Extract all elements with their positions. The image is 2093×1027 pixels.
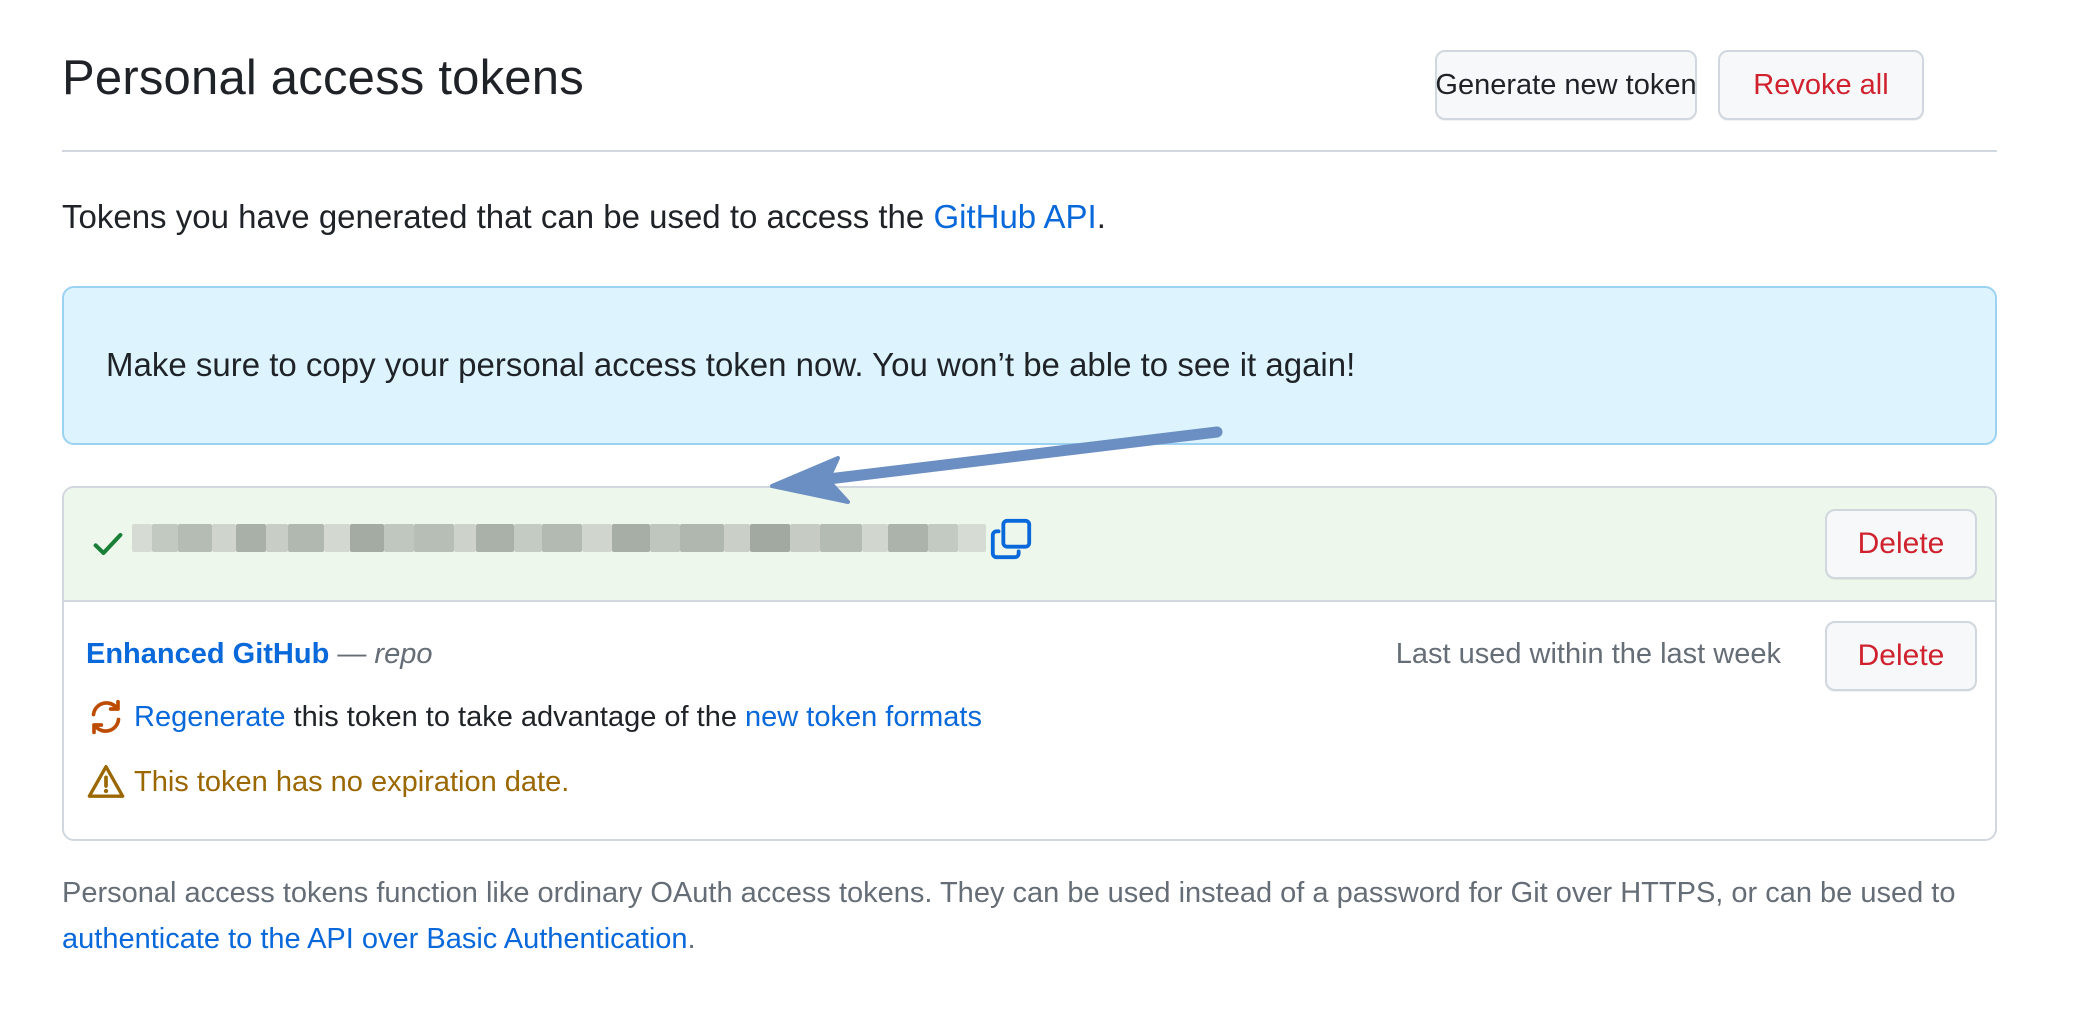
page-header: Personal access tokens Generate new toke… bbox=[62, 44, 1997, 152]
footer-note: Personal access tokens function like ord… bbox=[62, 870, 1997, 962]
regenerate-link[interactable]: Regenerate bbox=[134, 701, 286, 734]
token-scope: repo bbox=[374, 638, 433, 670]
footer-text: Personal access tokens function like ord… bbox=[62, 877, 1956, 909]
token-last-used: Last used within the last week bbox=[1395, 638, 1781, 670]
intro-text: Tokens you have generated that can be us… bbox=[62, 198, 1106, 236]
token-title: Enhanced GitHub — repo bbox=[86, 638, 432, 671]
regenerate-text: this token to take advantage of the bbox=[285, 700, 746, 733]
alert-icon bbox=[87, 765, 125, 798]
flash-message: Make sure to copy your personal access t… bbox=[106, 346, 1356, 383]
warning-text: This token has no expiration date. bbox=[134, 765, 570, 798]
delete-new-token-button[interactable]: Delete bbox=[1825, 509, 1977, 579]
revoke-all-button[interactable]: Revoke all bbox=[1718, 50, 1924, 120]
no-expiration-warning: This token has no expiration date. bbox=[86, 760, 569, 804]
intro-text-body: Tokens you have generated that can be us… bbox=[62, 198, 934, 235]
copy-icon[interactable] bbox=[988, 516, 1034, 562]
token-row-enhanced-github: Enhanced GitHub — repo Last used within … bbox=[64, 600, 1995, 839]
sync-icon bbox=[91, 699, 121, 735]
github-api-link[interactable]: GitHub API bbox=[933, 198, 1096, 235]
generate-new-token-button[interactable]: Generate new token bbox=[1435, 50, 1697, 120]
intro-text-suffix: . bbox=[1096, 198, 1106, 235]
new-token-row: Delete bbox=[64, 488, 1995, 602]
copy-token-flash: Make sure to copy your personal access t… bbox=[62, 286, 1997, 445]
footer-suffix: . bbox=[687, 923, 696, 955]
token-list: Delete Enhanced GitHub — repo Last used … bbox=[62, 486, 1997, 841]
check-icon bbox=[93, 532, 123, 556]
new-token-formats-link[interactable]: new token formats bbox=[745, 701, 982, 734]
token-separator: — bbox=[337, 638, 367, 670]
regenerate-notice: Regenerate this token to take advantage … bbox=[86, 696, 982, 738]
delete-token-button[interactable]: Delete bbox=[1825, 621, 1977, 691]
personal-access-tokens-page: Personal access tokens Generate new toke… bbox=[0, 0, 2093, 1027]
token-value-redacted[interactable] bbox=[132, 512, 1048, 566]
token-name-link[interactable]: Enhanced GitHub bbox=[86, 638, 329, 670]
page-title: Personal access tokens bbox=[62, 51, 584, 105]
basic-auth-link[interactable]: authenticate to the API over Basic Authe… bbox=[62, 923, 688, 955]
